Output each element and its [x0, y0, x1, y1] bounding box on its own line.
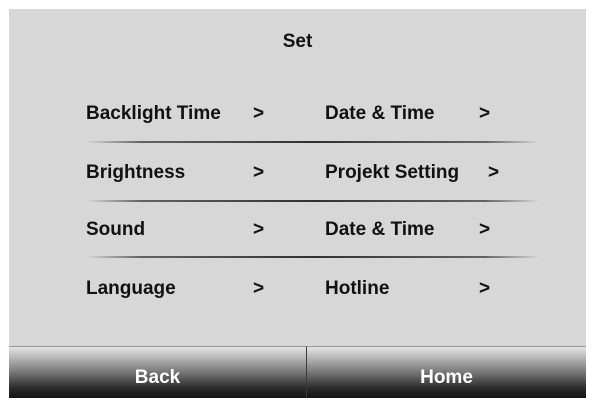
home-button-label: Home — [420, 367, 473, 388]
chevron-right-icon: > — [253, 103, 265, 124]
chevron-right-icon: > — [253, 278, 265, 299]
home-button[interactable]: Home — [306, 346, 586, 398]
menu-item-projekt-setting[interactable]: Projekt Setting > — [325, 147, 525, 199]
menu-item-brightness[interactable]: Brightness > — [86, 147, 276, 199]
menu-item-label: Date & Time — [325, 103, 435, 124]
menu-divider — [87, 141, 539, 143]
menu-item-label: Language — [86, 278, 176, 299]
chevron-right-icon: > — [488, 162, 500, 183]
menu-item-language[interactable]: Language > — [86, 263, 276, 315]
menu-item-date-time[interactable]: Date & Time > — [325, 88, 525, 140]
chevron-right-icon: > — [253, 219, 265, 240]
menu-item-label: Sound — [86, 219, 146, 240]
menu-item-date-time-2[interactable]: Date & Time > — [325, 204, 525, 256]
menu-item-hotline[interactable]: Hotline > — [325, 263, 525, 315]
menu-divider — [87, 256, 539, 258]
menu-item-backlight-time[interactable]: Backlight Time > — [86, 88, 276, 140]
chevron-right-icon: > — [479, 103, 491, 124]
chevron-right-icon: > — [479, 278, 491, 299]
settings-screen: Set Backlight Time > Date & Time > Brigh… — [9, 9, 586, 398]
settings-menu: Backlight Time > Date & Time > Brightnes… — [9, 86, 586, 326]
bottom-nav-bar: Back Home — [9, 346, 586, 398]
menu-divider — [87, 200, 539, 202]
page-title: Set — [282, 31, 313, 52]
chevron-right-icon: > — [479, 219, 491, 240]
menu-item-label: Hotline — [325, 278, 390, 299]
menu-item-label: Backlight Time — [86, 103, 221, 124]
back-button[interactable]: Back — [9, 346, 306, 398]
menu-item-sound[interactable]: Sound > — [86, 204, 276, 256]
chevron-right-icon: > — [253, 162, 265, 183]
back-button-label: Back — [134, 367, 181, 388]
menu-item-label: Projekt Setting — [325, 162, 460, 183]
menu-item-label: Date & Time — [325, 219, 435, 240]
menu-item-label: Brightness — [86, 162, 186, 183]
